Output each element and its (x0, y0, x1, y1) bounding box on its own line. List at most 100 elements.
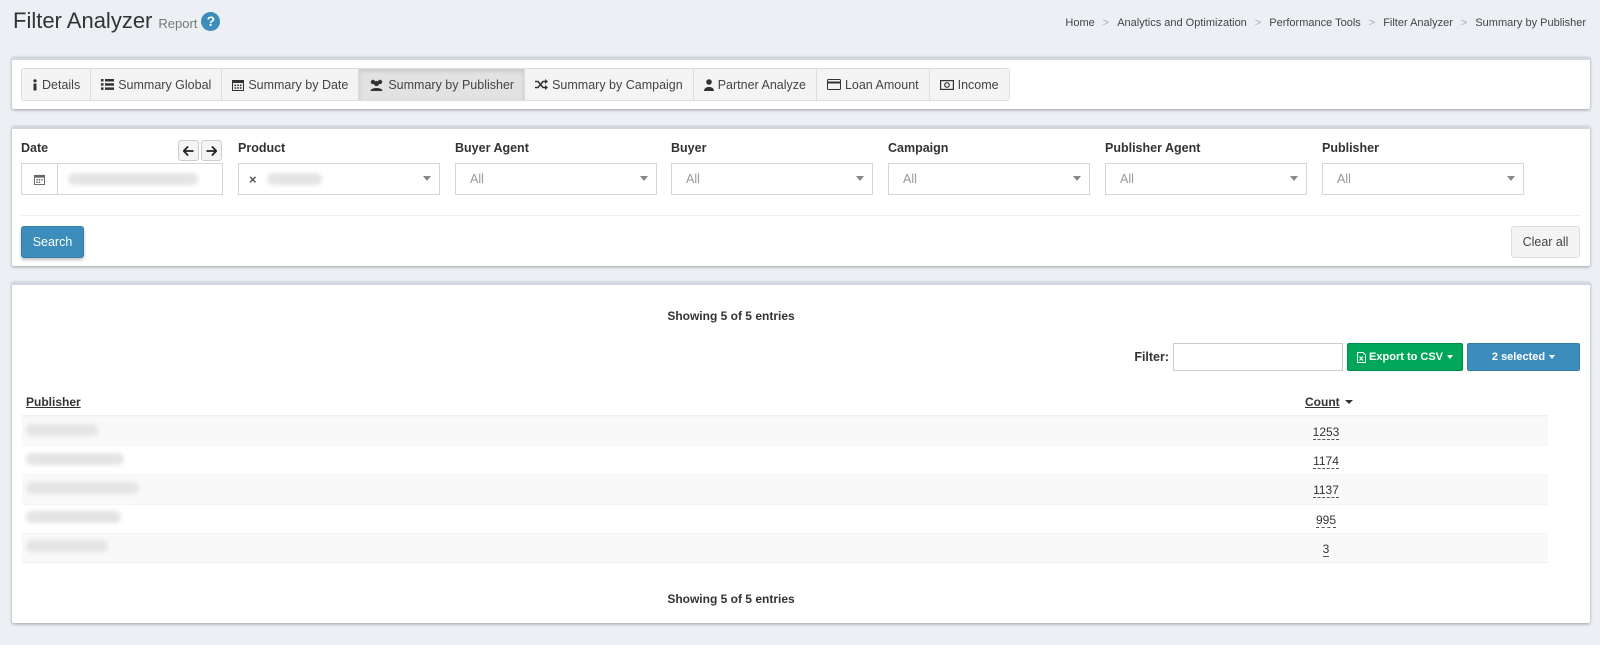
caret-down-icon (1549, 355, 1556, 359)
count-value[interactable]: 995 (1315, 512, 1337, 528)
count-value[interactable]: 1137 (1313, 483, 1339, 499)
date-range-picker (21, 163, 223, 195)
tab-income[interactable]: Income (929, 69, 1009, 100)
entries-count-bottom: Showing 5 of 5 entries (667, 592, 795, 606)
breadcrumb-performance-tools[interactable]: Performance Tools (1269, 17, 1361, 29)
select-value: All (1120, 172, 1134, 186)
filter-input[interactable] (1173, 343, 1344, 371)
filter-publisher: Publisher All (1322, 141, 1524, 195)
users-icon (369, 79, 384, 91)
buyer-agent-select[interactable]: All (455, 163, 657, 195)
filter-publisher-agent-label: Publisher Agent (1105, 141, 1201, 155)
tab-label: Summary Global (118, 77, 212, 92)
product-select[interactable]: × (238, 163, 440, 195)
filter-buyer-label: Buyer (671, 141, 707, 155)
breadcrumb-analytics[interactable]: Analytics and Optimization (1117, 17, 1247, 29)
count-cell: 1137 (1302, 482, 1350, 499)
table-toolbar: Filter: Export to CSV 2 selected (1134, 343, 1580, 371)
column-header-count-label: Count (1305, 394, 1340, 409)
tab-loan-amount[interactable]: Loan Amount (816, 69, 930, 100)
count-value[interactable]: 3 (1322, 541, 1330, 557)
chevron-down-icon (1073, 176, 1081, 181)
page-header: Filter Analyzer Report? Home > Analytics … (0, 0, 1600, 56)
breadcrumb-filter-analyzer[interactable]: Filter Analyzer (1383, 17, 1453, 29)
publisher-table: Publisher Count 1253 1174 1137 995 3 (22, 388, 1548, 563)
tab-label: Summary by Campaign (552, 77, 683, 92)
tab-summary-by-publisher[interactable]: Summary by Publisher (359, 69, 526, 100)
breadcrumb-separator: > (1254, 17, 1262, 29)
arrow-left-icon (183, 145, 194, 156)
breadcrumb-current: Summary by Publisher (1475, 17, 1586, 29)
campaign-select[interactable]: All (888, 163, 1090, 195)
list-icon (101, 79, 115, 90)
date-prev-button[interactable] (178, 140, 199, 161)
table-header: Publisher Count (22, 388, 1548, 416)
help-icon[interactable]: ? (201, 12, 221, 31)
arrow-right-icon (206, 145, 217, 156)
export-csv-button[interactable]: Export to CSV (1347, 343, 1463, 371)
redacted-publisher-name (26, 481, 139, 494)
table-row: 1253 (22, 416, 1548, 446)
column-header-publisher[interactable]: Publisher (22, 395, 1302, 409)
tab-details[interactable]: Details (22, 69, 92, 100)
file-excel-icon (1357, 351, 1367, 363)
count-value[interactable]: 1174 (1313, 454, 1339, 470)
select-value: All (1337, 172, 1351, 186)
breadcrumb-separator: > (1368, 17, 1376, 29)
count-cell: 3 (1302, 541, 1350, 557)
table-footer-line (22, 561, 1548, 563)
breadcrumb-home[interactable]: Home (1065, 17, 1094, 29)
tab-summary-by-date[interactable]: Summary by Date (222, 69, 360, 100)
sort-desc-icon (1344, 399, 1353, 404)
tab-label: Summary by Date (248, 77, 349, 92)
filter-label: Filter: (1134, 350, 1170, 364)
filter-publisher-label: Publisher (1322, 141, 1379, 155)
count-cell: 1174 (1302, 453, 1350, 470)
clear-all-button[interactable]: Clear all (1511, 226, 1580, 258)
buyer-select[interactable]: All (671, 163, 873, 195)
calendar-icon[interactable] (22, 164, 58, 194)
redacted-publisher-name (26, 540, 108, 553)
tab-label: Partner Analyze (717, 77, 806, 92)
count-value[interactable]: 1253 (1312, 425, 1340, 440)
publisher-agent-select[interactable]: All (1105, 163, 1307, 195)
tab-label: Details (42, 77, 81, 92)
select-value: All (470, 172, 484, 186)
tab-summary-global[interactable]: Summary Global (91, 69, 223, 100)
table-row: 995 (22, 503, 1548, 533)
tab-label: Loan Amount (844, 77, 919, 92)
chevron-down-icon (856, 176, 864, 181)
publisher-cell (22, 481, 1302, 497)
publisher-cell (22, 511, 1302, 526)
redacted-publisher-name (26, 511, 121, 524)
date-input[interactable] (58, 164, 222, 194)
info-icon (32, 78, 38, 91)
chevron-down-icon (1507, 176, 1515, 181)
redacted-publisher-name (26, 423, 98, 436)
columns-selected-button[interactable]: 2 selected (1467, 343, 1580, 371)
chevron-down-icon (640, 176, 648, 181)
table-row: 1137 (22, 474, 1548, 504)
chevron-down-icon (423, 176, 431, 181)
clear-selection-icon[interactable]: × (249, 172, 257, 187)
breadcrumb: Home > Analytics and Optimization > Perf… (1065, 17, 1586, 29)
page-subtitle: Report (158, 16, 198, 31)
filters-box: Date Product × Buyer Agent All Buyer All… (12, 126, 1590, 266)
export-csv-label: Export to CSV (1369, 351, 1443, 363)
money-icon (939, 79, 954, 90)
filter-buyer-agent: Buyer Agent All (455, 141, 657, 195)
report-tabs: Details Summary Global Summary by Date S… (21, 68, 1010, 101)
user-icon (703, 78, 714, 91)
column-header-count[interactable]: Count (1302, 395, 1548, 409)
date-next-button[interactable] (201, 140, 222, 161)
publisher-select[interactable]: All (1322, 163, 1524, 195)
redacted-product-value (266, 173, 322, 185)
publisher-cell (22, 452, 1302, 468)
tab-partner-analyze[interactable]: Partner Analyze (693, 69, 817, 100)
filter-publisher-agent: Publisher Agent All (1105, 141, 1307, 195)
search-button[interactable]: Search (21, 226, 84, 258)
table-row: 1174 (22, 445, 1548, 474)
tab-summary-by-campaign[interactable]: Summary by Campaign (525, 69, 694, 100)
breadcrumb-separator: > (1460, 17, 1468, 29)
caret-down-icon (1447, 355, 1453, 359)
